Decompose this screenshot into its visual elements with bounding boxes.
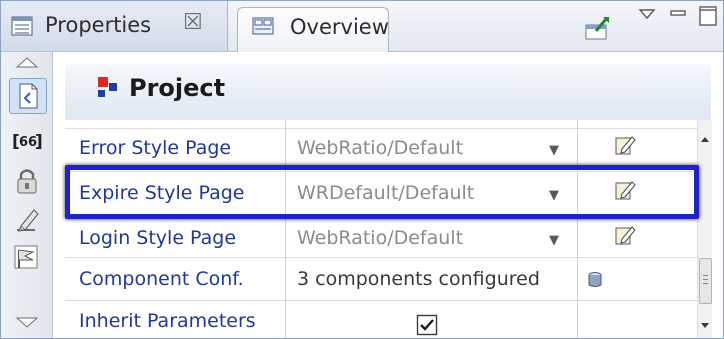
scroll-thumb[interactable] <box>699 258 712 304</box>
properties-icon <box>11 16 33 36</box>
close-icon[interactable]: ☒ <box>183 10 203 35</box>
edit-icon[interactable] <box>614 134 636 156</box>
edit-icon[interactable] <box>614 224 636 246</box>
properties-view: Properties ☒ Overview [66] Project Err… <box>0 0 724 339</box>
row-divider <box>65 257 697 258</box>
overview-icon <box>252 17 274 35</box>
chevron-down-icon[interactable]: ▼ <box>549 233 559 248</box>
scroll-down-icon[interactable] <box>9 310 45 332</box>
lock-icon[interactable] <box>9 164 45 198</box>
property-value[interactable]: 3 components configured <box>297 268 540 290</box>
maximize-icon[interactable] <box>697 4 719 28</box>
project-icon <box>98 77 117 97</box>
page-title: Project <box>129 74 226 102</box>
row-divider <box>65 300 697 301</box>
properties-header: Project <box>65 64 711 121</box>
chevron-down-icon[interactable]: ▼ <box>549 143 559 158</box>
general-page-icon[interactable] <box>9 78 47 114</box>
pin-icon[interactable] <box>582 13 612 43</box>
edit-pencil-icon[interactable] <box>9 202 45 236</box>
parameters-icon[interactable]: [ 66 ] <box>9 124 45 158</box>
property-value[interactable]: WebRatio/Default <box>297 227 463 249</box>
row-divider <box>65 128 697 129</box>
inherit-parameters-checkbox[interactable] <box>416 314 438 336</box>
scroll-up-arrow-icon[interactable] <box>699 134 711 144</box>
property-value[interactable]: WebRatio/Default <box>297 137 463 159</box>
property-label: Error Style Page <box>79 137 232 159</box>
flag-icon[interactable] <box>9 240 45 274</box>
view-menu-icon[interactable] <box>638 7 656 21</box>
svg-text:]: ] <box>35 132 43 152</box>
properties-table: Error Style Page WebRatio/Default ▼ Expi… <box>65 120 712 338</box>
row-highlight-box <box>65 165 699 219</box>
component-icon[interactable] <box>587 271 603 289</box>
tab-properties-label: Properties <box>45 13 152 37</box>
tab-properties[interactable]: Properties ☒ <box>1 1 228 51</box>
view-tab-bar: Properties ☒ Overview <box>1 1 723 52</box>
minimize-icon[interactable] <box>669 7 687 21</box>
scroll-up-icon[interactable] <box>9 54 45 72</box>
property-label: Login Style Page <box>79 227 237 249</box>
partial-row <box>65 120 697 128</box>
property-label: Inherit Parameters <box>79 310 256 332</box>
tab-overview[interactable]: Overview <box>237 7 389 52</box>
column-divider <box>285 120 286 338</box>
column-divider <box>577 120 578 338</box>
tab-overview-label: Overview <box>290 15 389 39</box>
category-strip: [ 66 ] <box>1 52 53 338</box>
scroll-down-arrow-icon[interactable] <box>699 320 711 330</box>
property-label: Component Conf. <box>79 268 244 290</box>
table-scrollbar[interactable] <box>697 120 712 338</box>
